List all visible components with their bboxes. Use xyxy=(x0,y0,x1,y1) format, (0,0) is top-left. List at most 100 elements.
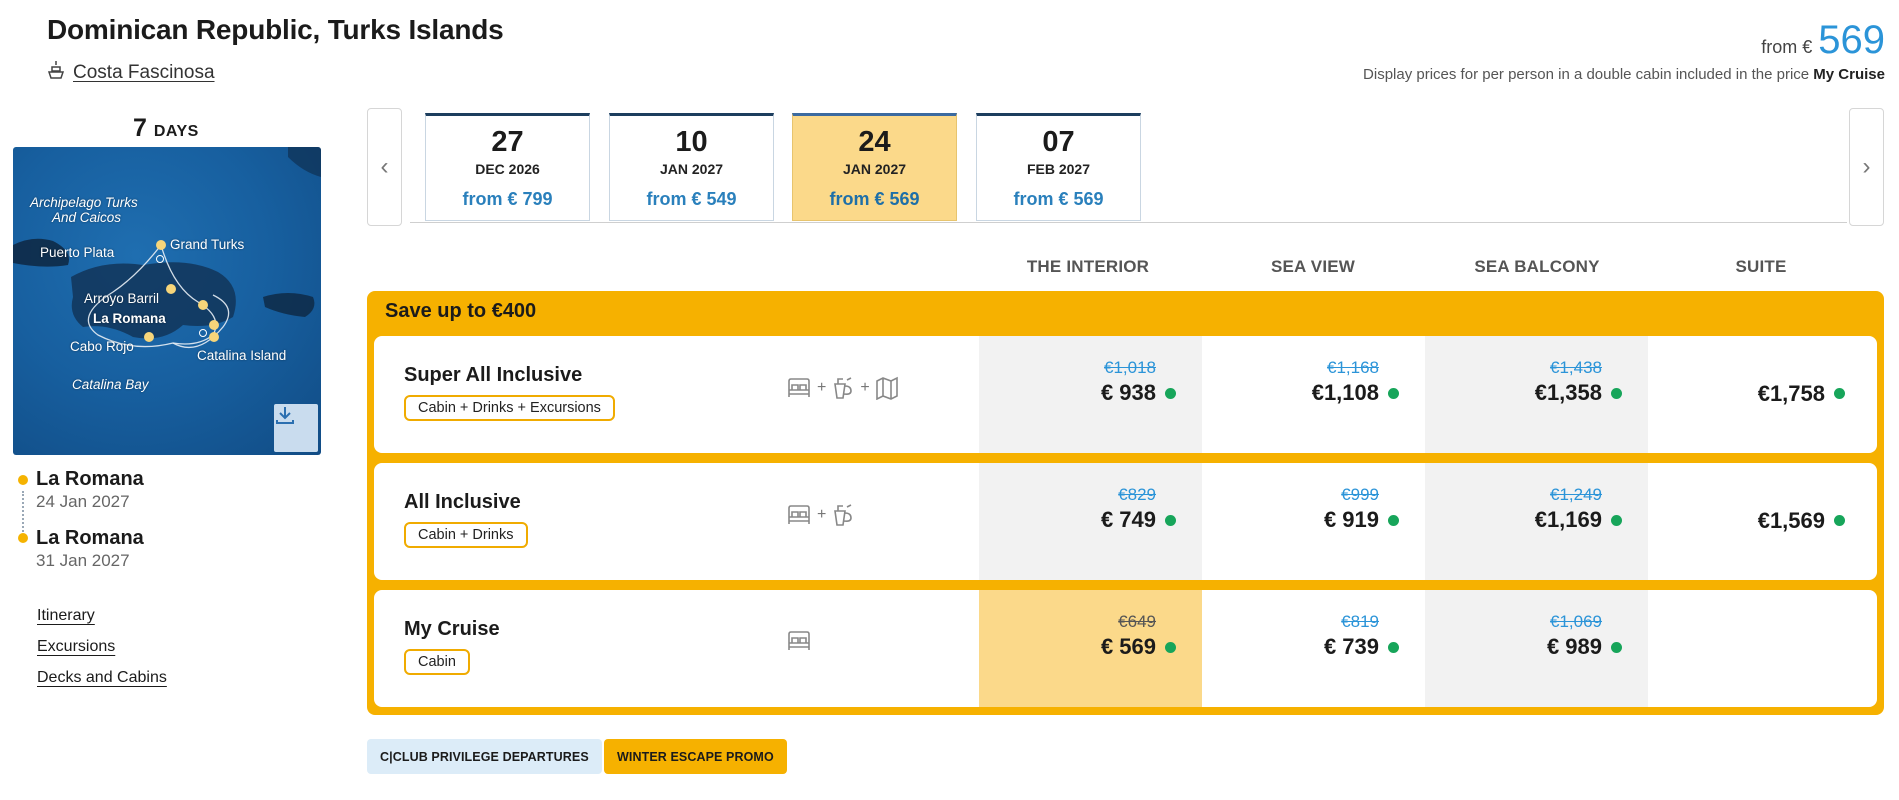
old-price: €649 xyxy=(1118,612,1156,631)
column-header-sea-view: SEA VIEW xyxy=(1270,257,1356,276)
price-cell-interior[interactable]: €1,018 € 938 xyxy=(979,336,1202,453)
map-label-cabo-rojo: Cabo Rojo xyxy=(70,339,134,354)
map-label-puerto-plata: Puerto Plata xyxy=(40,245,115,260)
column-header-sea-balcony: SEA BALCONY xyxy=(1474,257,1600,276)
chevron-left-icon: ‹ xyxy=(380,153,389,180)
map-label-archipelago: Archipelago Turks xyxy=(30,195,138,210)
chevron-right-icon: › xyxy=(1862,153,1871,180)
date-day: 24 xyxy=(858,126,891,158)
ship-icon xyxy=(47,60,65,86)
date-tab-3-selected[interactable]: 24 JAN 2027 from € 569 xyxy=(792,113,957,221)
link-decks-and-cabins[interactable]: Decks and Cabins xyxy=(37,669,167,687)
availability-dot xyxy=(1834,515,1845,526)
departure-date: 24 Jan 2027 xyxy=(36,492,130,511)
price-cell-suite[interactable]: €1,569 xyxy=(1648,463,1871,580)
arrival-dot xyxy=(18,533,28,543)
price-cell-interior-selected[interactable]: €649 € 569 xyxy=(979,590,1202,707)
date-price: from € 569 xyxy=(829,189,920,209)
prev-date-button[interactable]: ‹ xyxy=(367,108,402,226)
date-month: JAN 2027 xyxy=(842,161,907,177)
map-label-grand-turks: Grand Turks xyxy=(170,237,245,252)
date-price: from € 799 xyxy=(462,189,553,209)
map-label-arroyo-barril: Arroyo Barril xyxy=(84,291,160,306)
price-cell-sea-view[interactable]: €999 € 919 xyxy=(1202,463,1425,580)
winter-escape-badge[interactable]: WINTER ESCAPE PROMO xyxy=(604,739,787,774)
bed-icon xyxy=(788,631,810,650)
date-price: from € 569 xyxy=(1013,189,1104,209)
price-cell-sea-view[interactable]: €819 € 739 xyxy=(1202,590,1425,707)
price-disclaimer: Display prices for per person in a doubl… xyxy=(1363,66,1885,83)
date-tab-1[interactable]: 27 DEC 2026 from € 799 xyxy=(425,113,590,221)
package-name: All Inclusive xyxy=(404,491,521,513)
club-privilege-badge[interactable]: C|CLUB PRIVILEGE DEPARTURES xyxy=(367,739,602,774)
next-date-button[interactable]: › xyxy=(1849,108,1884,226)
price-cell-interior[interactable]: €829 € 749 xyxy=(979,463,1202,580)
price-cell-sea-balcony[interactable]: €1,069 € 989 xyxy=(1425,590,1648,707)
availability-dot xyxy=(1388,642,1399,653)
departure-port: La Romana xyxy=(36,468,144,490)
arrival-date: 31 Jan 2027 xyxy=(36,551,130,570)
current-price: €1,169 xyxy=(1534,507,1602,532)
page-title: Dominican Republic, Turks Islands xyxy=(47,14,504,45)
download-icon xyxy=(276,407,294,424)
old-price: €999 xyxy=(1341,485,1379,504)
date-tabs-baseline xyxy=(410,222,1847,223)
itinerary-connector xyxy=(22,491,24,536)
availability-dot xyxy=(1611,515,1622,526)
disclaimer-bold: My Cruise xyxy=(1813,66,1885,83)
column-header-interior: THE INTERIOR xyxy=(1026,257,1150,276)
drink-icon xyxy=(834,504,853,526)
date-tab-2[interactable]: 10 JAN 2027 from € 549 xyxy=(609,113,774,221)
days-label: DAYS xyxy=(153,123,199,140)
arrival-port: La Romana xyxy=(36,527,144,549)
duration: 7 DAYS xyxy=(133,114,199,143)
availability-dot xyxy=(1834,388,1845,399)
ship-link[interactable]: Costa Fascinosa xyxy=(47,60,215,86)
current-price: € 919 xyxy=(1323,507,1379,532)
price-cell-sea-balcony[interactable]: €1,438 €1,358 xyxy=(1425,336,1648,453)
days-number: 7 xyxy=(133,114,147,142)
drink-icon xyxy=(834,377,853,399)
from-price: 569 xyxy=(1818,18,1885,62)
map-label-catalina-island: Catalina Island xyxy=(197,348,287,363)
from-price-block: from € 569 xyxy=(1761,18,1885,63)
current-price: € 739 xyxy=(1323,634,1379,659)
download-map-button[interactable] xyxy=(274,404,318,452)
bed-icon xyxy=(788,505,810,524)
offer-headline: Save up to €400 xyxy=(385,300,537,322)
package-tag: Cabin + Drinks + Excursions xyxy=(404,395,615,421)
current-price: € 938 xyxy=(1100,380,1156,405)
bed-icon xyxy=(788,378,810,397)
itinerary-map[interactable]: Archipelago Turks And Caicos Puerto Plat… xyxy=(13,147,321,455)
current-price: €1,758 xyxy=(1757,381,1825,406)
link-itinerary[interactable]: Itinerary xyxy=(37,607,95,625)
current-price: €1,569 xyxy=(1757,508,1825,533)
package-icons: + + xyxy=(786,376,899,400)
date-day: 27 xyxy=(491,126,524,158)
package-icons xyxy=(786,630,812,652)
old-price: €1,168 xyxy=(1327,358,1379,377)
package-tag: Cabin + Drinks xyxy=(404,522,528,548)
price-cell-sea-view[interactable]: €1,168 €1,108 xyxy=(1202,336,1425,453)
column-header-suite: SUITE xyxy=(1735,257,1787,276)
price-cell-sea-balcony[interactable]: €1,249 €1,169 xyxy=(1425,463,1648,580)
current-price: € 989 xyxy=(1546,634,1602,659)
map-label-catalina-bay: Catalina Bay xyxy=(72,377,149,392)
date-month: JAN 2027 xyxy=(659,161,724,177)
price-cell-suite[interactable]: €1,758 xyxy=(1648,336,1871,453)
price-cell-suite-empty xyxy=(1648,590,1871,707)
current-price: €1,108 xyxy=(1311,380,1379,405)
old-price: €1,249 xyxy=(1550,485,1602,504)
old-price: €1,069 xyxy=(1550,612,1602,631)
availability-dot xyxy=(1388,388,1399,399)
date-month: DEC 2026 xyxy=(475,161,540,177)
date-tab-4[interactable]: 07 FEB 2027 from € 569 xyxy=(976,113,1141,221)
old-price: €1,438 xyxy=(1550,358,1602,377)
package-row-my-cruise: My Cruise Cabin €649 € 569 €819 € 739 €1… xyxy=(374,590,1877,707)
link-excursions[interactable]: Excursions xyxy=(37,638,115,656)
date-day: 10 xyxy=(675,126,708,158)
old-price: €829 xyxy=(1118,485,1156,504)
departure-dot xyxy=(18,475,28,485)
availability-dot xyxy=(1611,388,1622,399)
package-row-all-inclusive: All Inclusive Cabin + Drinks + €829 € 74… xyxy=(374,463,1877,580)
